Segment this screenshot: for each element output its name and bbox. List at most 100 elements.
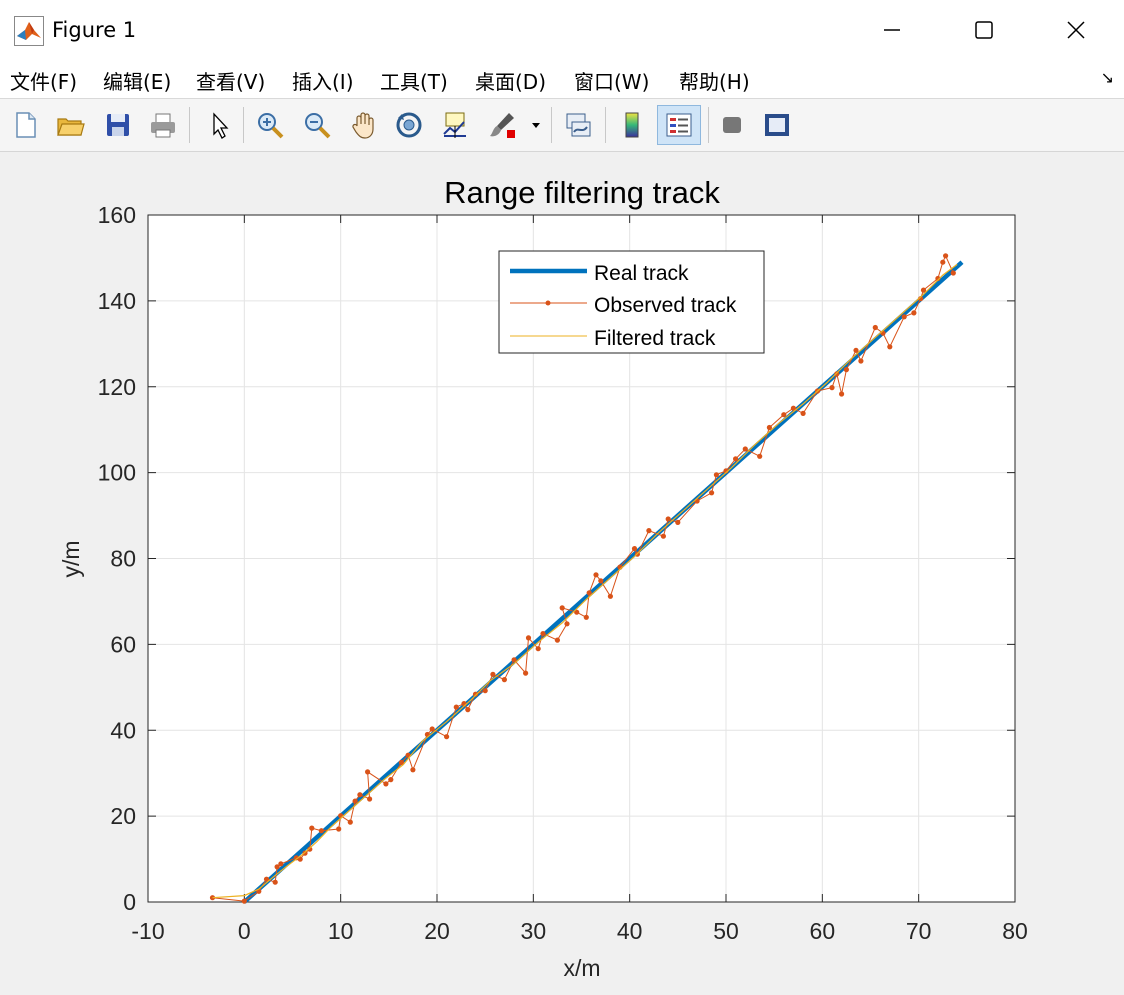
zoom-out-icon	[305, 113, 331, 139]
observed-point	[733, 456, 739, 462]
dock-arrow-icon[interactable]: ↘	[1101, 68, 1114, 87]
maximize-icon	[975, 21, 993, 39]
observed-point	[839, 391, 845, 397]
menu-help[interactable]: 帮助(H)	[679, 66, 750, 95]
observed-point	[834, 371, 840, 377]
print-icon	[151, 113, 175, 138]
close-button[interactable]	[1030, 0, 1122, 60]
observed-point	[554, 637, 561, 643]
legend-label-real: Real track	[594, 262, 689, 285]
observed-point	[742, 446, 748, 452]
menu-file[interactable]: 文件(F)	[10, 66, 77, 95]
x-tick-label: 30	[521, 918, 547, 944]
close-icon	[1067, 21, 1085, 39]
save-icon	[107, 114, 129, 136]
zoom-in-button[interactable]	[252, 107, 288, 143]
data-cursor-button[interactable]	[437, 107, 473, 143]
observed-point	[525, 635, 532, 641]
select-button[interactable]	[201, 107, 237, 143]
observed-point	[911, 310, 917, 316]
brush-button[interactable]	[484, 107, 520, 143]
pan-hand-icon	[352, 112, 374, 139]
toolbar-separator	[243, 107, 244, 143]
open-file-icon	[57, 118, 85, 136]
link-plot-button[interactable]	[560, 107, 596, 143]
y-tick-label: 40	[110, 717, 136, 743]
chart-svg[interactable]: -10 0 10 20 30 40 50 60 70 80 0 20 40 60 80 100 120 140 16…	[0, 152, 1124, 992]
hide-plot-tools-button[interactable]	[714, 107, 750, 143]
minimize-icon	[884, 29, 900, 31]
brush-icon	[490, 113, 515, 138]
observed-point	[352, 798, 358, 804]
observed-point	[887, 344, 893, 350]
x-tick-label: 20	[424, 918, 450, 944]
window-title: Figure 1	[52, 18, 137, 42]
observed-point	[709, 490, 715, 496]
legend-label-observed: Observed track	[594, 294, 737, 317]
menu-view[interactable]: 查看(V)	[196, 66, 265, 95]
y-tick-label: 80	[110, 546, 136, 572]
observed-point	[781, 412, 787, 418]
toolbar-separator	[708, 107, 709, 143]
chart-title: Range filtering track	[444, 175, 720, 210]
hide-plot-tools-icon	[723, 117, 741, 133]
maximize-button[interactable]	[938, 0, 1030, 60]
observed-point	[872, 324, 878, 331]
x-tick-label: 60	[810, 918, 836, 944]
observed-point	[675, 519, 681, 526]
observed-point	[523, 670, 529, 676]
link-plot-icon	[566, 113, 591, 137]
observed-point	[357, 792, 363, 798]
open-file-button[interactable]	[52, 107, 88, 143]
y-tick-label: 140	[98, 288, 136, 314]
observed-point	[843, 367, 850, 373]
menu-insert[interactable]: 插入(I)	[292, 66, 354, 95]
zoom-in-icon	[258, 113, 284, 139]
observed-point	[347, 819, 353, 825]
show-plot-tools-button[interactable]	[759, 107, 795, 143]
menu-desktop[interactable]: 桌面(D)	[475, 66, 546, 95]
new-figure-button[interactable]	[8, 107, 44, 143]
observed-point	[444, 734, 450, 740]
observed-point	[535, 646, 541, 652]
colorbar-icon	[625, 112, 639, 138]
observed-point	[367, 796, 373, 802]
menu-tools[interactable]: 工具(T)	[380, 66, 448, 95]
observed-point	[713, 472, 720, 478]
rotate-3d-icon	[396, 112, 422, 138]
minimize-button[interactable]	[846, 0, 938, 60]
observed-point	[829, 385, 835, 391]
menu-edit[interactable]: 编辑(E)	[103, 66, 171, 95]
title-bar[interactable]: Figure 1	[0, 0, 1124, 60]
y-tick-label: 120	[98, 374, 136, 400]
observed-point	[429, 726, 435, 732]
chevron-down-icon	[532, 123, 540, 128]
y-tick-label: 100	[98, 460, 136, 486]
x-tick-label: 10	[328, 918, 354, 944]
menu-window[interactable]: 窗口(W)	[574, 66, 649, 95]
legend-button[interactable]	[657, 105, 701, 145]
legend[interactable]: Real track Observed track Filtered track	[498, 250, 765, 354]
observed-point	[564, 621, 570, 627]
save-button[interactable]	[100, 107, 136, 143]
x-tick-label: 50	[713, 918, 739, 944]
toolbar-separator	[189, 107, 190, 143]
pan-button[interactable]	[346, 107, 382, 143]
colorbar-button[interactable]	[614, 107, 650, 143]
observed-point	[410, 767, 416, 773]
observed-point	[388, 777, 394, 783]
observed-point	[453, 704, 459, 710]
zoom-out-button[interactable]	[299, 107, 335, 143]
figure-window: Figure 1 文件(F) 编辑(E) 查看(V) 插入(I) 工具(T) 桌…	[0, 0, 1124, 995]
select-arrow-icon	[213, 112, 229, 139]
x-tick-label: 70	[906, 918, 932, 944]
observed-point	[901, 314, 907, 320]
rotate-button[interactable]	[391, 107, 427, 143]
observed-point	[943, 253, 949, 259]
toolbar-separator	[551, 107, 552, 143]
observed-point	[540, 631, 546, 637]
observed-point	[766, 424, 773, 431]
legend-icon	[666, 113, 692, 137]
print-button[interactable]	[145, 107, 181, 143]
brush-dropdown-button[interactable]	[526, 107, 546, 143]
